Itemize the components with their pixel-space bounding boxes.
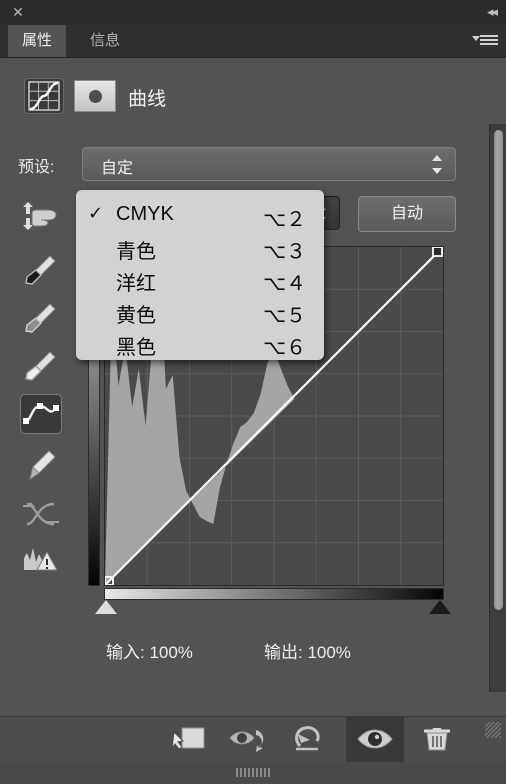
toggle-visibility-button[interactable] — [346, 716, 404, 762]
toggle-previous-state-button[interactable] — [222, 716, 280, 762]
pencil-draw-curve-icon[interactable] — [20, 446, 62, 486]
curves-properties-panel: ✕ ◂◂ 属性 信息 曲线 预设: 自定 自动 输入: 100% 输出: 100… — [0, 0, 506, 784]
reset-button[interactable] — [284, 716, 342, 762]
menu-item-shortcut: ⌥３ — [262, 241, 306, 263]
curves-icon — [24, 78, 64, 114]
clip-to-layer-button[interactable] — [160, 716, 218, 762]
black-point-slider[interactable] — [429, 600, 451, 614]
curves-tool-column — [20, 196, 64, 571]
channel-dropdown-menu[interactable]: ✓ CMYK ⌥２ 青色 ⌥３ 洋红 ⌥４ 黄色 ⌥５ 黑色 ⌥６ — [76, 190, 324, 360]
tab-info[interactable]: 信息 — [76, 25, 134, 57]
on-image-adjust-hand-icon[interactable] — [20, 196, 62, 236]
vertical-scrollbar[interactable] — [489, 124, 506, 692]
preset-stepper-icon[interactable] — [432, 155, 443, 174]
menu-item-shortcut: ⌥４ — [262, 273, 306, 295]
check-icon: ✓ — [88, 203, 104, 223]
menu-item-magenta[interactable]: 洋红 ⌥４ — [76, 262, 324, 296]
scrollbar-thumb[interactable] — [494, 130, 503, 610]
panel-drag-grip[interactable] — [0, 762, 506, 784]
curve-point-tool-icon[interactable] — [20, 394, 62, 434]
menu-item-label: 青色 — [116, 241, 156, 263]
panel-title-bar: ✕ ◂◂ — [0, 0, 506, 26]
grip-lines-icon — [236, 768, 270, 777]
tab-properties[interactable]: 属性 — [8, 25, 67, 57]
clipping-warning-icon[interactable] — [20, 542, 62, 582]
menu-item-label: CMYK — [116, 203, 174, 225]
resize-grip-icon[interactable] — [485, 722, 501, 738]
input-value-label: 输入: 100% — [106, 643, 193, 662]
menu-item-yellow[interactable]: 黄色 ⌥５ — [76, 294, 324, 328]
menu-item-shortcut: ⌥６ — [262, 337, 306, 359]
menu-item-label: 黄色 — [116, 305, 156, 327]
preset-label: 预设: — [18, 159, 55, 176]
black-point-eyedropper-icon[interactable] — [20, 250, 62, 290]
smooth-curve-icon[interactable] — [20, 494, 62, 534]
tab-strip: 属性 信息 — [0, 25, 506, 58]
collapse-panel-icon[interactable]: ◂◂ — [474, 4, 498, 20]
curve-point-highlight-selected — [432, 247, 443, 257]
menu-item-label: 黑色 — [116, 337, 156, 359]
page-title: 曲线 — [128, 89, 167, 110]
gray-point-eyedropper-icon[interactable] — [20, 298, 62, 338]
input-gradient-bar — [104, 588, 444, 600]
delete-layer-button[interactable] — [408, 716, 466, 762]
preset-select[interactable]: 自定 — [82, 147, 456, 181]
menu-item-shortcut: ⌥２ — [262, 209, 306, 231]
close-icon[interactable]: ✕ — [11, 5, 25, 19]
menu-item-cmyk[interactable]: ✓ CMYK ⌥２ — [76, 198, 324, 232]
white-point-eyedropper-icon[interactable] — [20, 346, 62, 386]
white-point-slider[interactable] — [95, 600, 117, 614]
panel-menu-icon[interactable] — [472, 33, 498, 49]
menu-item-label: 洋红 — [116, 273, 156, 295]
menu-item-cyan[interactable]: 青色 ⌥３ — [76, 230, 324, 264]
menu-item-black[interactable]: 黑色 ⌥６ — [76, 326, 324, 360]
output-value-label: 输出: 100% — [264, 643, 351, 662]
menu-item-shortcut: ⌥５ — [262, 305, 306, 327]
layer-mask-thumbnail[interactable] — [74, 80, 116, 112]
auto-button[interactable]: 自动 — [358, 196, 456, 232]
preset-value: 自定 — [101, 160, 134, 177]
